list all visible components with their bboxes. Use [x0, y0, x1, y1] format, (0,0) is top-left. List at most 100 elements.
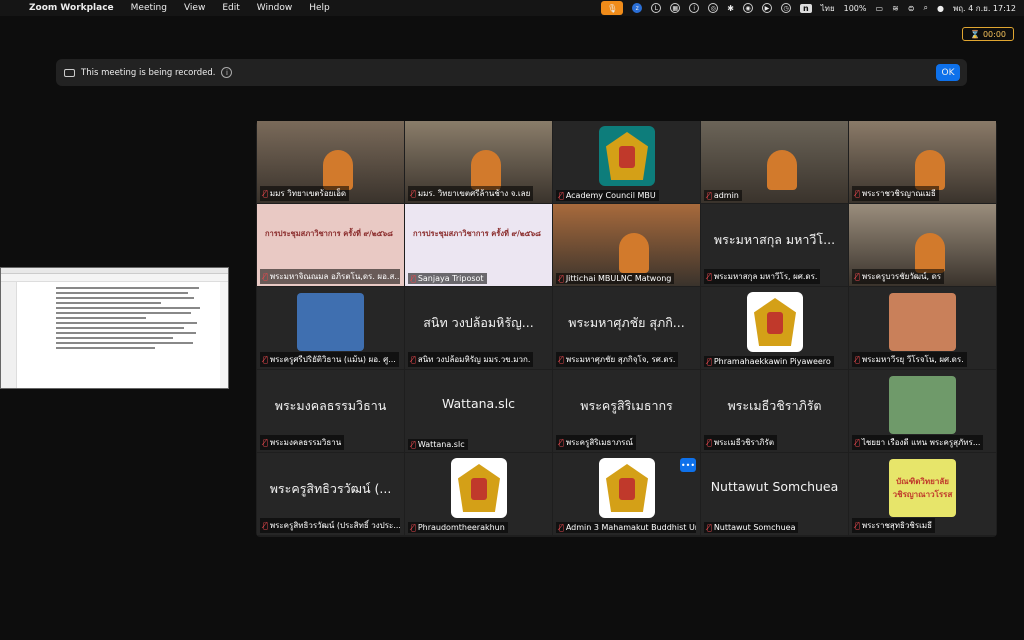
- menu-view[interactable]: View: [184, 3, 205, 13]
- participant-tile[interactable]: 🎙̸ ไชยยา เรืองดี แทน พระครูสุภัทร...: [849, 370, 996, 452]
- participant-name: Admin 3 Mahamakut Buddhist Un...: [565, 523, 696, 532]
- control-center-icon[interactable]: ⊜: [908, 4, 915, 13]
- participant-tile[interactable]: พระครูสิทธิวรวัฒน์ (... 🎙̸ พระครูสิทธิวรวั…: [257, 453, 404, 535]
- participant-tile[interactable]: 🎙̸ พระราชวชิรญาณเมธี: [849, 121, 996, 203]
- participant-tile[interactable]: พระครูสิริเมธากร 🎙̸ พระครูสิริเมธาภรณ์: [553, 370, 700, 452]
- participant-tile[interactable]: 🎙̸ admin: [701, 121, 848, 203]
- participant-name: พระมหาจิณณมล อภิรตโน,ดร. ผอ.ส...: [269, 272, 400, 281]
- participant-tile[interactable]: 🎙̸ พระครูศรีปริยัติวิธาน (แม้น) ผอ. ศู...: [257, 287, 404, 369]
- play-icon[interactable]: ▶: [761, 3, 772, 13]
- profile-picture: [889, 376, 956, 434]
- recording-text: This meeting is being recorded.: [81, 67, 216, 78]
- muted-mic-icon: 🎙̸: [559, 191, 564, 200]
- shared-screen-thumbnail[interactable]: [0, 267, 229, 389]
- airdrop-icon[interactable]: ◎: [708, 3, 719, 13]
- participant-name: Jittichai MBULNC Matwong: [565, 274, 672, 283]
- menu-meeting[interactable]: Meeting: [131, 3, 167, 13]
- participant-tile[interactable]: การประชุมสภาวิชาการ ครั้งที่ ๙/๒๕๖๘ 🎙̸ พระ…: [257, 204, 404, 286]
- zoom-status-icon[interactable]: z: [632, 3, 643, 13]
- participant-tile[interactable]: 🎙̸ มมร. วิทยาเขตศรีล้านช้าง จ.เลย: [405, 121, 552, 203]
- profile-logo: [747, 292, 803, 352]
- bluetooth-icon[interactable]: ✱: [727, 4, 734, 13]
- menu-window[interactable]: Window: [257, 3, 293, 13]
- menubar-clock[interactable]: พฤ. 4 ก.ย. 17:12: [953, 2, 1016, 15]
- participant-display-name: พระมงคลธรรมวิธาน: [274, 398, 387, 413]
- participant-tile[interactable]: 🎙̸ Phramahaekkawin Piyaweero: [701, 287, 848, 369]
- participant-name: พระมงคลธรรมวิธาน: [269, 438, 342, 447]
- participant-name: Academy Council MBU: [565, 191, 656, 200]
- muted-mic-icon: 🎙̸: [707, 357, 712, 366]
- participant-name: พระราชวชิรญาณเมธี: [861, 189, 936, 198]
- more-options-button[interactable]: •••: [680, 458, 696, 472]
- clock-status-icon[interactable]: ◷: [780, 3, 791, 13]
- vpn-icon[interactable]: ◉: [742, 3, 753, 13]
- app-name-menu[interactable]: Zoom Workplace: [29, 3, 114, 13]
- participant-tile[interactable]: การประชุมสภาวิชาการ ครั้งที่ ๙/๒๕๖๘ 🎙̸ San…: [405, 204, 552, 286]
- participant-name-label: 🎙̸ Phraudomtheerakhun: [408, 522, 508, 533]
- menu-edit[interactable]: Edit: [222, 3, 239, 13]
- participant-tile[interactable]: 🎙̸ พระครูบวรชัยวัฒน์, ดร: [849, 204, 996, 286]
- participant-name-label: 🎙̸ พระครูสิทธิวรวัฒน์ (ประสิทธิ์ วงประ...: [260, 518, 400, 533]
- muted-mic-icon: 🎙̸: [707, 191, 712, 200]
- grid-icon[interactable]: ▦: [670, 3, 681, 13]
- participant-tile[interactable]: 🎙̸ Jittichai MBULNC Matwong: [553, 204, 700, 286]
- participant-name: Phramahaekkawin Piyaweero: [713, 357, 831, 366]
- siri-icon[interactable]: ●: [937, 4, 944, 13]
- muted-mic-icon: 🎙̸: [559, 523, 564, 532]
- participant-name: พระมหาสกุล มหาวีโร, ผศ.ดร.: [713, 272, 818, 281]
- ok-button[interactable]: OK: [936, 64, 960, 81]
- participant-tile[interactable]: Wattana.slc 🎙̸ Wattana.slc: [405, 370, 552, 452]
- participant-tile[interactable]: 🎙̸ พระมหาวีรยุ วีโรจโน, ผศ.ดร.: [849, 287, 996, 369]
- muted-mic-icon: 🎙̸: [855, 521, 860, 530]
- participant-tile[interactable]: พระมงคลธรรมวิธาน 🎙̸ พระมงคลธรรมวิธาน: [257, 370, 404, 452]
- search-icon[interactable]: ⌕: [923, 3, 927, 13]
- recording-camera-icon: [64, 68, 75, 77]
- participant-name-label: 🎙̸ พระเมธีวชิราภิรัต: [704, 435, 778, 450]
- participant-tile[interactable]: พระมหาสกุล มหาวีโ... 🎙̸ พระมหาสกุล มหาวีโร…: [701, 204, 848, 286]
- participant-tile[interactable]: 🎙̸ มมร วิทยาเขตร้อยเอ็ด: [257, 121, 404, 203]
- thumbnail-right-panel: [220, 282, 228, 388]
- timer-value: 00:00: [982, 29, 1007, 39]
- participant-name: พระครูสิทธิวรวัฒน์ (ประสิทธิ์ วงประ...: [269, 521, 400, 530]
- participant-name-label: 🎙̸ Nuttawut Somchuea: [704, 522, 799, 533]
- participant-tile[interactable]: 🎙̸ Phraudomtheerakhun: [405, 453, 552, 535]
- participant-tile[interactable]: สนิท วงปล้อมหิรัญ... 🎙̸ สนิท วงปล้อมหิรัญ …: [405, 287, 552, 369]
- profile-picture: [297, 293, 364, 351]
- participant-tile[interactable]: Nuttawut Somchuea 🎙̸ Nuttawut Somchuea: [701, 453, 848, 535]
- participant-display-name: พระครูสิริเมธากร: [580, 398, 673, 413]
- muted-mic-icon: 🎙̸: [263, 438, 268, 447]
- input-source-icon[interactable]: n: [799, 3, 812, 13]
- participant-tile[interactable]: 🎙̸ Academy Council MBU: [553, 121, 700, 203]
- participant-name: Wattana.slc: [417, 440, 465, 449]
- participant-tile[interactable]: พระมหาศุภชัย สุภกิ... 🎙̸ พระมหาศุภชัย สุภก…: [553, 287, 700, 369]
- meeting-timer[interactable]: ⌛ 00:00: [962, 27, 1014, 41]
- participant-tile[interactable]: 🎙̸ Admin 3 Mahamakut Buddhist Un...: [553, 453, 700, 535]
- muted-mic-icon: 🎙̸: [411, 274, 416, 283]
- battery-icon[interactable]: ▭: [876, 4, 884, 13]
- muted-mic-icon: 🎙̸: [411, 355, 416, 364]
- muted-mic-icon: 🎙̸: [411, 523, 416, 532]
- battery-percent[interactable]: 100%: [844, 4, 867, 13]
- participant-name: Sanjaya Triposot: [417, 274, 484, 283]
- menu-help[interactable]: Help: [309, 3, 330, 13]
- participant-name-label: 🎙̸ พระครูศรีปริยัติวิธาน (แม้น) ผอ. ศู...: [260, 352, 399, 367]
- participant-name: Nuttawut Somchuea: [713, 523, 796, 532]
- microphone-icon[interactable]: 🎙: [601, 1, 624, 15]
- line-app-icon[interactable]: L: [651, 3, 662, 13]
- muted-mic-icon: 🎙̸: [263, 355, 268, 364]
- thumbnail-toolbar: [1, 274, 228, 282]
- muted-mic-icon: 🎙̸: [263, 521, 268, 530]
- info-status-icon[interactable]: i: [689, 3, 700, 13]
- info-icon[interactable]: i: [221, 67, 233, 78]
- participant-tile[interactable]: พระเมธีวชิราภิรัต 🎙̸ พระเมธีวชิราภิรัต: [701, 370, 848, 452]
- participant-name: พระราชสุทธิวชิรเมธี: [861, 521, 933, 530]
- participant-name-label: 🎙̸ พระมหาศุภชัย สุภกิจฺโจ, รศ.ดร.: [556, 352, 679, 367]
- participant-name: admin: [713, 191, 739, 200]
- hourglass-icon: ⌛: [969, 29, 980, 39]
- wifi-icon[interactable]: ≋: [892, 4, 899, 13]
- input-language[interactable]: ไทย: [821, 2, 835, 15]
- participant-tile[interactable]: บัณฑิตวิทยาลัย วชิรญาณาวโรรส 🎙̸ พระราชสุทธ…: [849, 453, 996, 535]
- participant-display-name: พระมหาศุภชัย สุภกิ...: [568, 315, 685, 330]
- participant-display-name: พระครูสิทธิวรวัฒน์ (...: [269, 481, 392, 496]
- participant-name-label: 🎙̸ มมร วิทยาเขตร้อยเอ็ด: [260, 186, 350, 201]
